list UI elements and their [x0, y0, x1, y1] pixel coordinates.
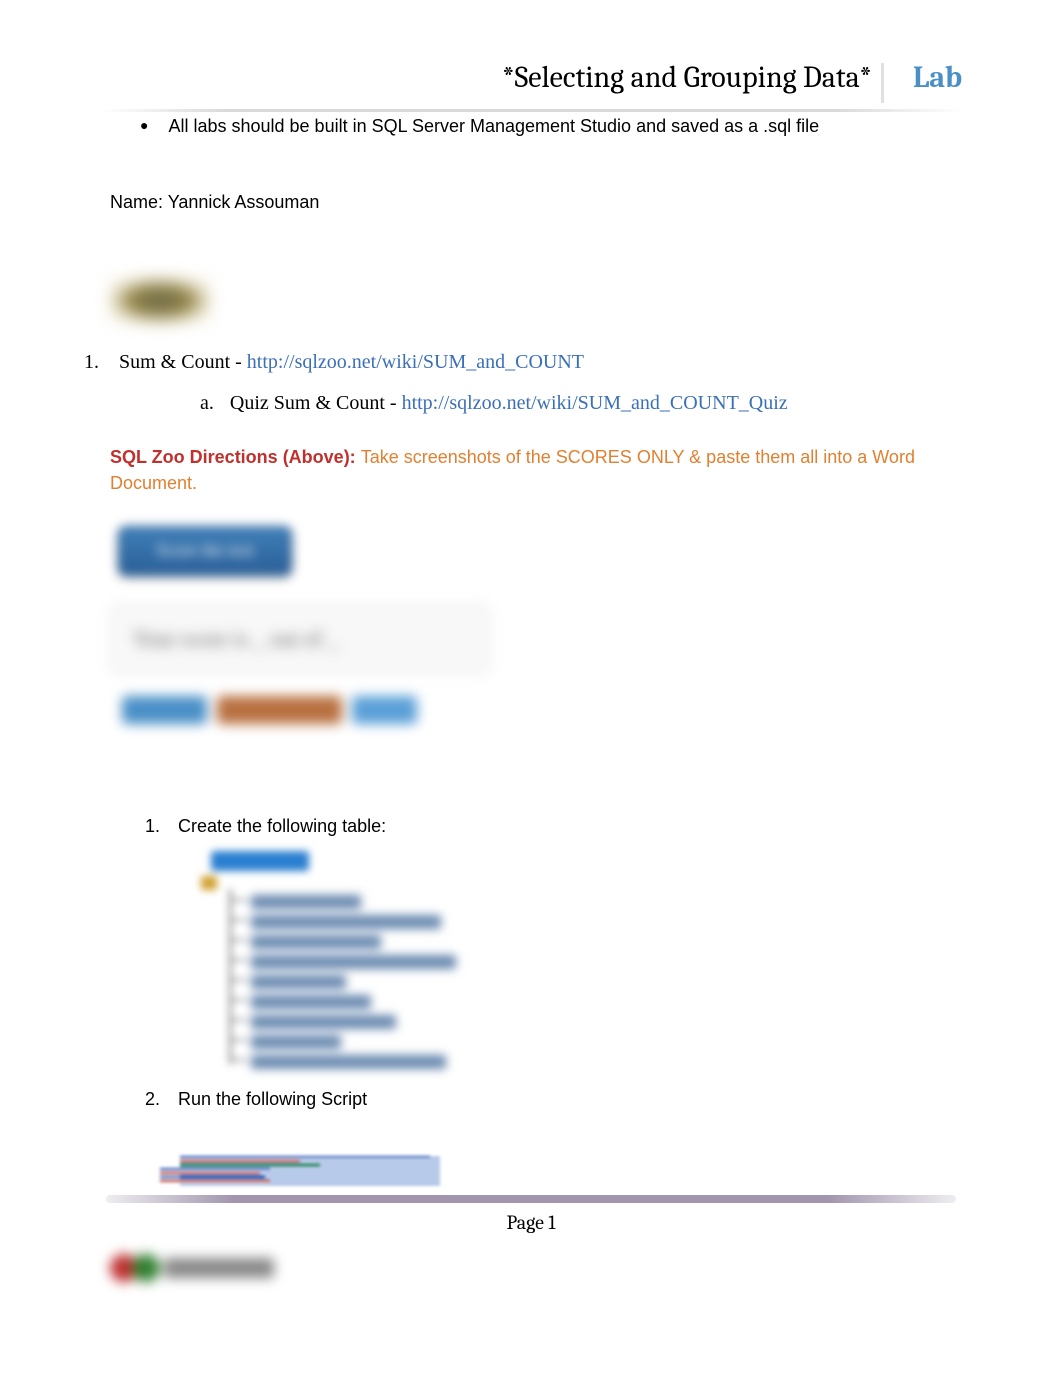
sum-count-quiz-link[interactable]: http://sqlzoo.net/wiki/SUM_and_COUNT_Qui… [402, 392, 788, 414]
list-item-1: 1. Sum & Count - http://sqlzoo.net/wiki/… [84, 351, 952, 374]
blurred-table-tree-image [155, 851, 455, 1071]
blurred-tag-2 [217, 696, 342, 724]
bullet-icon: ● [140, 119, 148, 137]
list-item-1a-prefix: Quiz Sum & Count - [230, 392, 402, 414]
list-item-1-content: Sum & Count - http://sqlzoo.net/wiki/SUM… [119, 351, 584, 374]
blurred-logo-image [110, 278, 210, 323]
blurred-quiz-screenshot: Score the test Your score is _ out of _ [110, 526, 500, 746]
footer-rule [106, 1195, 956, 1203]
list-item-1-prefix: Sum & Count - [119, 351, 247, 373]
page-subtitle-lab: Lab [913, 60, 962, 95]
blurred-tag-1 [122, 696, 207, 724]
page-title: *Selecting and Grouping Data* [502, 60, 872, 95]
title-divider [881, 63, 884, 103]
blurred-sql-script-image [180, 1155, 440, 1185]
blurred-tag-3 [352, 696, 417, 724]
list-item-1a-content: Quiz Sum & Count - http://sqlzoo.net/wik… [230, 392, 788, 415]
directions-label: SQL Zoo Directions (Above): [110, 447, 361, 467]
sub-item-1: 1. Create the following table: [145, 816, 952, 837]
sub-text-2: Run the following Script [178, 1089, 367, 1110]
page-number: Page 1 [0, 1211, 1062, 1234]
intro-bullet: ● All labs should be built in SQL Server… [110, 116, 952, 137]
sub-text-1: Create the following table: [178, 816, 386, 837]
page-header: *Selecting and Grouping Data* Lab [0, 0, 1062, 103]
blurred-score-text: Your score is _ out of _ [133, 626, 339, 652]
blurred-score-box: Your score is _ out of _ [110, 604, 490, 674]
list-number-1: 1. [84, 351, 99, 374]
list-item-1a: a. Quiz Sum & Count - http://sqlzoo.net/… [200, 392, 952, 415]
header-rule [100, 109, 962, 112]
sub-number-2: 2. [145, 1089, 160, 1110]
blurred-tag-row [110, 696, 490, 746]
list-letter-a: a. [200, 392, 214, 415]
directions-paragraph: SQL Zoo Directions (Above): Take screens… [110, 445, 952, 495]
intro-text: All labs should be built in SQL Server M… [168, 116, 819, 137]
blurred-submit-button: Score the test [118, 526, 292, 576]
sum-count-link[interactable]: http://sqlzoo.net/wiki/SUM_and_COUNT [247, 351, 584, 373]
blurred-button-label: Score the test [157, 540, 254, 561]
sub-item-2: 2. Run the following Script [145, 1089, 952, 1110]
footer-logo [110, 1248, 280, 1288]
sub-number-1: 1. [145, 816, 160, 837]
name-line: Name: Yannick Assouman [110, 192, 952, 213]
